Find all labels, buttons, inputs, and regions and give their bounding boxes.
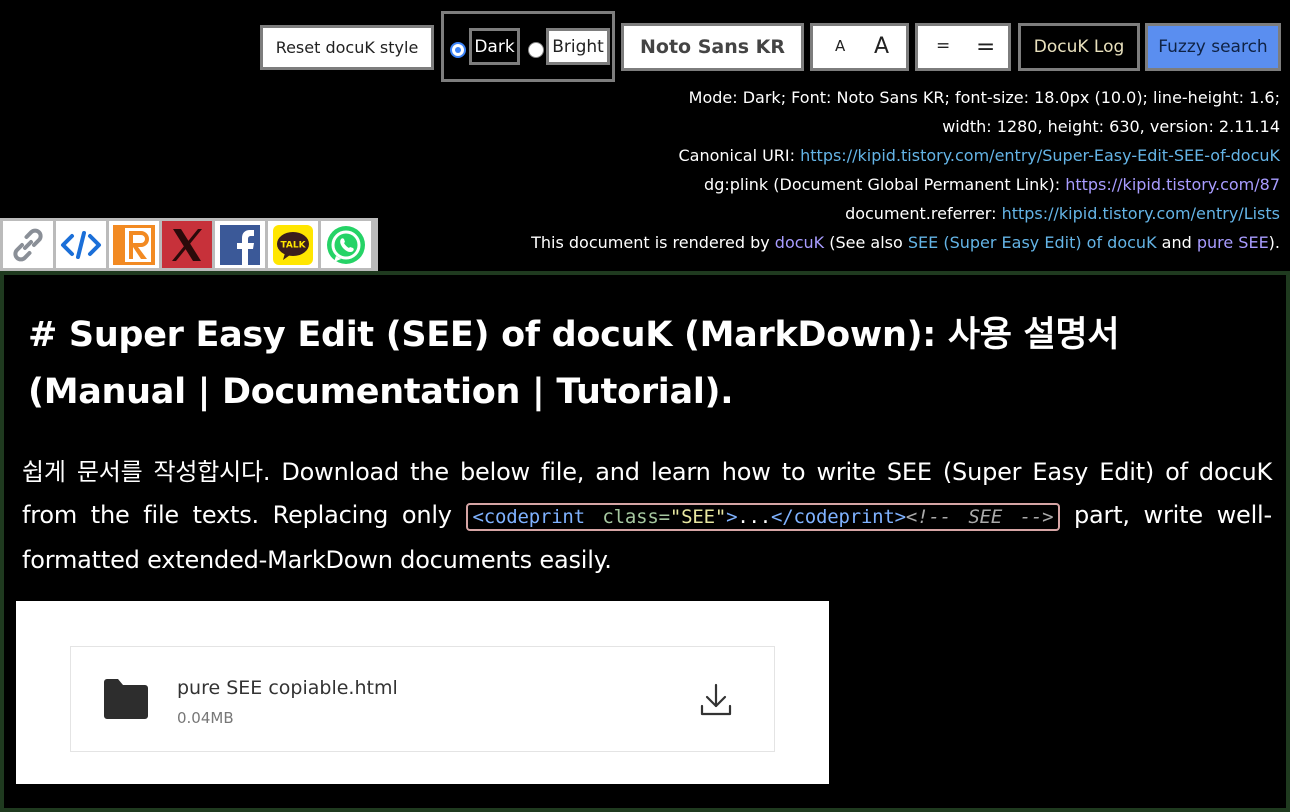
docuk-log-button[interactable]: DocuK Log (1018, 23, 1140, 71)
document-paragraph: 쉽게 문서를 작성합시다. Download the below file, a… (22, 451, 1272, 582)
rendered-mid: (See also (824, 233, 908, 252)
plink-line: dg:plink (Document Global Permanent Link… (704, 175, 1280, 194)
pure-see-link[interactable]: pure SEE (1197, 233, 1269, 252)
kakao-talk-text: TALK (280, 240, 306, 250)
plink-label: dg:plink (Document Global Permanent Link… (704, 175, 1066, 194)
document-title: # Super Easy Edit (SEE) of docuK (MarkDo… (28, 315, 1120, 412)
code-tag-open: <codeprint (472, 506, 586, 528)
whatsapp-icon[interactable] (321, 221, 371, 268)
mode-info-line: Mode: Dark; Font: Noto Sans KR; font-siz… (688, 88, 1280, 107)
code-icon[interactable] (56, 221, 106, 268)
referrer-line: document.referrer: https://kipid.tistory… (845, 204, 1280, 223)
mode-dark-label[interactable]: Dark (469, 28, 520, 65)
font-size-increase-button[interactable]: A (874, 34, 889, 59)
canonical-uri-link[interactable]: https://kipid.tistory.com/entry/Super-Ea… (800, 146, 1280, 165)
line-height-decrease-button[interactable]: = (936, 36, 950, 56)
reddit-r-icon[interactable] (109, 221, 159, 268)
docuk-link[interactable]: docuK (775, 233, 824, 252)
canonical-uri-line: Canonical URI: https://kipid.tistory.com… (678, 146, 1280, 165)
referrer-link[interactable]: https://kipid.tistory.com/entry/Lists (1002, 204, 1280, 223)
mode-toggle-group: Dark Bright (441, 11, 615, 82)
code-attr: class= (584, 506, 670, 528)
rendered-prefix: This document is rendered by (531, 233, 775, 252)
inline-code: <codeprint class="SEE">...</codeprint><!… (465, 503, 1061, 531)
code-end-tag: </codeprint> (771, 506, 906, 528)
kakao-talk-icon[interactable]: TALK (268, 221, 318, 268)
rendered-suffix: ). (1268, 233, 1280, 252)
mode-bright-label[interactable]: Bright (546, 28, 610, 65)
canonical-uri-label: Canonical URI: (678, 146, 801, 165)
size-info-line: width: 1280, height: 630, version: 2.11.… (942, 117, 1280, 136)
font-size-decrease-button[interactable]: A (835, 37, 845, 55)
facebook-icon[interactable] (215, 221, 265, 268)
code-comment: <!-- SEE --> (905, 506, 1054, 528)
link-icon[interactable] (3, 221, 53, 268)
plink-link[interactable]: https://kipid.tistory.com/87 (1065, 175, 1280, 194)
rendered-and: and (1156, 233, 1197, 252)
mode-bright-radio[interactable] (528, 42, 544, 58)
file-size: 0.04MB (177, 709, 234, 727)
fuzzy-search-button[interactable]: Fuzzy search (1145, 23, 1281, 71)
document-body: # Super Easy Edit (SEE) of docuK (MarkDo… (0, 271, 1290, 812)
file-name[interactable]: pure SEE copiable.html (177, 677, 398, 699)
x-icon[interactable] (162, 221, 212, 268)
file-attachment-panel: pure SEE copiable.html 0.04MB (16, 601, 829, 784)
file-attachment-card[interactable]: pure SEE copiable.html 0.04MB (70, 646, 775, 752)
mode-dark-radio[interactable] (450, 42, 466, 58)
font-size-control: A A (810, 23, 909, 71)
code-dots: ... (737, 506, 772, 528)
font-toggle-button[interactable]: Noto Sans KR (621, 23, 804, 71)
rendered-by-line: This document is rendered by docuK (See … (531, 233, 1280, 252)
line-height-control: = = (915, 23, 1011, 71)
share-bar: TALK (0, 218, 378, 271)
referrer-label: document.referrer: (845, 204, 1002, 223)
line-height-increase-button[interactable]: = (976, 34, 995, 60)
code-tag-close-bracket: > (726, 506, 738, 528)
see-link[interactable]: SEE (Super Easy Edit) of docuK (908, 233, 1157, 252)
reset-style-button[interactable]: Reset docuK style (260, 25, 434, 70)
code-string: "SEE" (669, 506, 727, 528)
folder-icon (104, 679, 148, 719)
download-icon[interactable] (699, 682, 733, 718)
